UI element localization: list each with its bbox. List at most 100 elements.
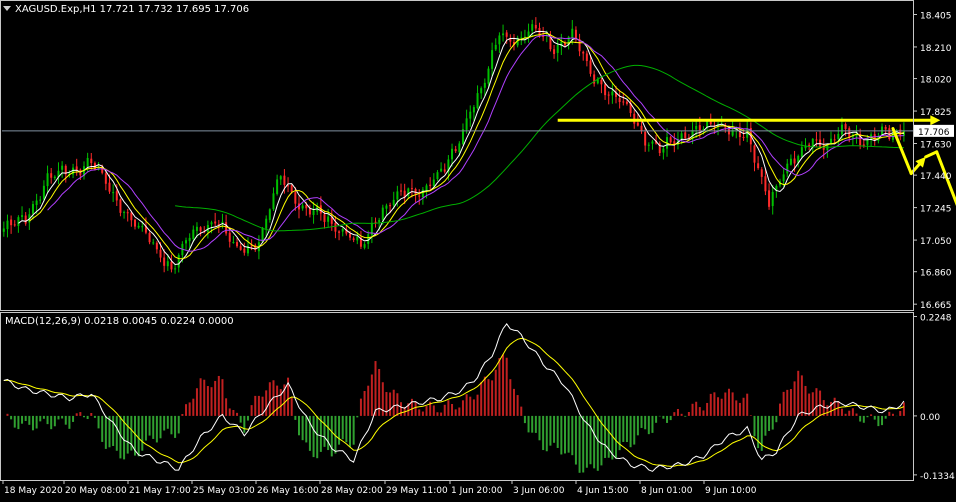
candle-body [290,185,293,192]
candle-body [174,268,177,270]
current-price-value: 17.706 [918,128,950,138]
candle-body [225,222,228,234]
candle-body [458,143,461,153]
candle-body [400,190,403,192]
candle-body [90,158,93,164]
candle-body [312,210,315,215]
candle-body [327,216,330,222]
candle-body [166,261,169,267]
price-axis-label: 17.245 [920,205,952,215]
candle-body [622,101,625,103]
candle-body [199,227,202,232]
candle-body [323,214,326,222]
candle-body [363,244,366,248]
candle-body [119,199,122,213]
candle-body [815,139,818,141]
candle-body [476,93,479,109]
candle-body [472,107,475,113]
candle-body [349,233,352,238]
candle-body [800,147,803,157]
candle-body [618,97,621,103]
candle-body [651,141,654,144]
candle-body [436,172,439,179]
candle-body [553,49,556,55]
candle-body [177,254,180,268]
symbol-ohlc-label: XAGUSD.Exp,H1 17.721 17.732 17.695 17.70… [15,4,249,15]
candle-body [589,60,592,74]
candle-body [844,124,847,129]
candle-body [115,191,118,201]
candle-body [389,205,392,207]
candle-body [232,241,235,243]
candle-body [410,188,413,190]
candle-body [727,128,730,135]
candle-body [837,133,840,139]
candle-body [483,82,486,88]
candle-body [582,51,585,54]
macd-axis-label: 0.00 [920,413,940,423]
candle-body [421,189,424,198]
time-axis-label: 21 May 17:00 [129,486,191,496]
candle-body [440,168,443,172]
candle-body [381,207,384,220]
candle-body [494,44,497,50]
candle-body [786,163,789,174]
candle-body [170,261,173,270]
candle-body [768,190,771,207]
candle-body [283,175,286,185]
candle-body [137,225,140,228]
trading-chart[interactable]: 18.405 18.210 18.020 17.825 17.630 17.440 17.2… [0,0,956,498]
chart-canvas[interactable]: 18.405 18.210 18.020 17.825 17.630 17.440 17.2… [0,0,956,498]
candle-body [418,195,421,197]
candle-body [819,139,822,147]
candle-body [480,88,483,94]
price-axis-label: 18.020 [920,76,952,86]
candle-body [301,205,304,209]
candle-body [833,139,836,141]
candle-body [148,233,151,243]
candle-body [793,158,796,164]
chart-background [0,0,956,498]
symbol-header: XAGUSD.Exp,H1 17.721 17.732 17.695 17.70… [3,4,249,15]
candle-body [236,242,239,247]
candle-body [465,118,468,130]
candle-body [771,191,774,207]
time-axis-label: 3 Jun 06:00 [513,486,565,496]
candle-body [764,176,767,192]
candle-body [600,79,603,85]
candle-body [308,208,311,215]
candle-body [123,211,126,213]
candle-body [42,185,45,200]
candle-body [454,149,457,152]
candle-body [443,169,446,172]
candle-body [53,176,56,179]
candle-body [159,249,162,258]
price-axis-label: 17.440 [920,172,952,182]
candle-body [789,158,792,165]
candle-body [498,35,501,45]
time-axis-label: 25 May 03:00 [193,486,255,496]
candle-body [396,191,399,200]
macd-axis-label: 0.2248 [920,314,952,324]
candle-body [669,137,672,143]
time-axis-label: 9 Jun 10:00 [705,486,757,496]
candle-body [636,122,639,126]
candle-body [108,182,111,192]
price-axis-label: 17.630 [920,141,952,151]
candle-body [556,44,559,53]
candle-body [17,217,20,226]
candle-body [505,32,508,37]
time-axis-label: 8 Jun 01:00 [641,486,693,496]
candle-body [239,246,242,250]
candle-body [840,124,843,135]
time-axis-label: 18 May 2020 [4,486,63,496]
candle-body [279,176,282,180]
price-axis-label: 18.210 [920,44,952,54]
candle-body [647,144,650,146]
candle-body [334,222,337,232]
candle-body [31,204,34,214]
candle-body [392,199,395,206]
candle-body [374,221,377,223]
candle-body [356,236,359,241]
candle-body [243,248,246,253]
